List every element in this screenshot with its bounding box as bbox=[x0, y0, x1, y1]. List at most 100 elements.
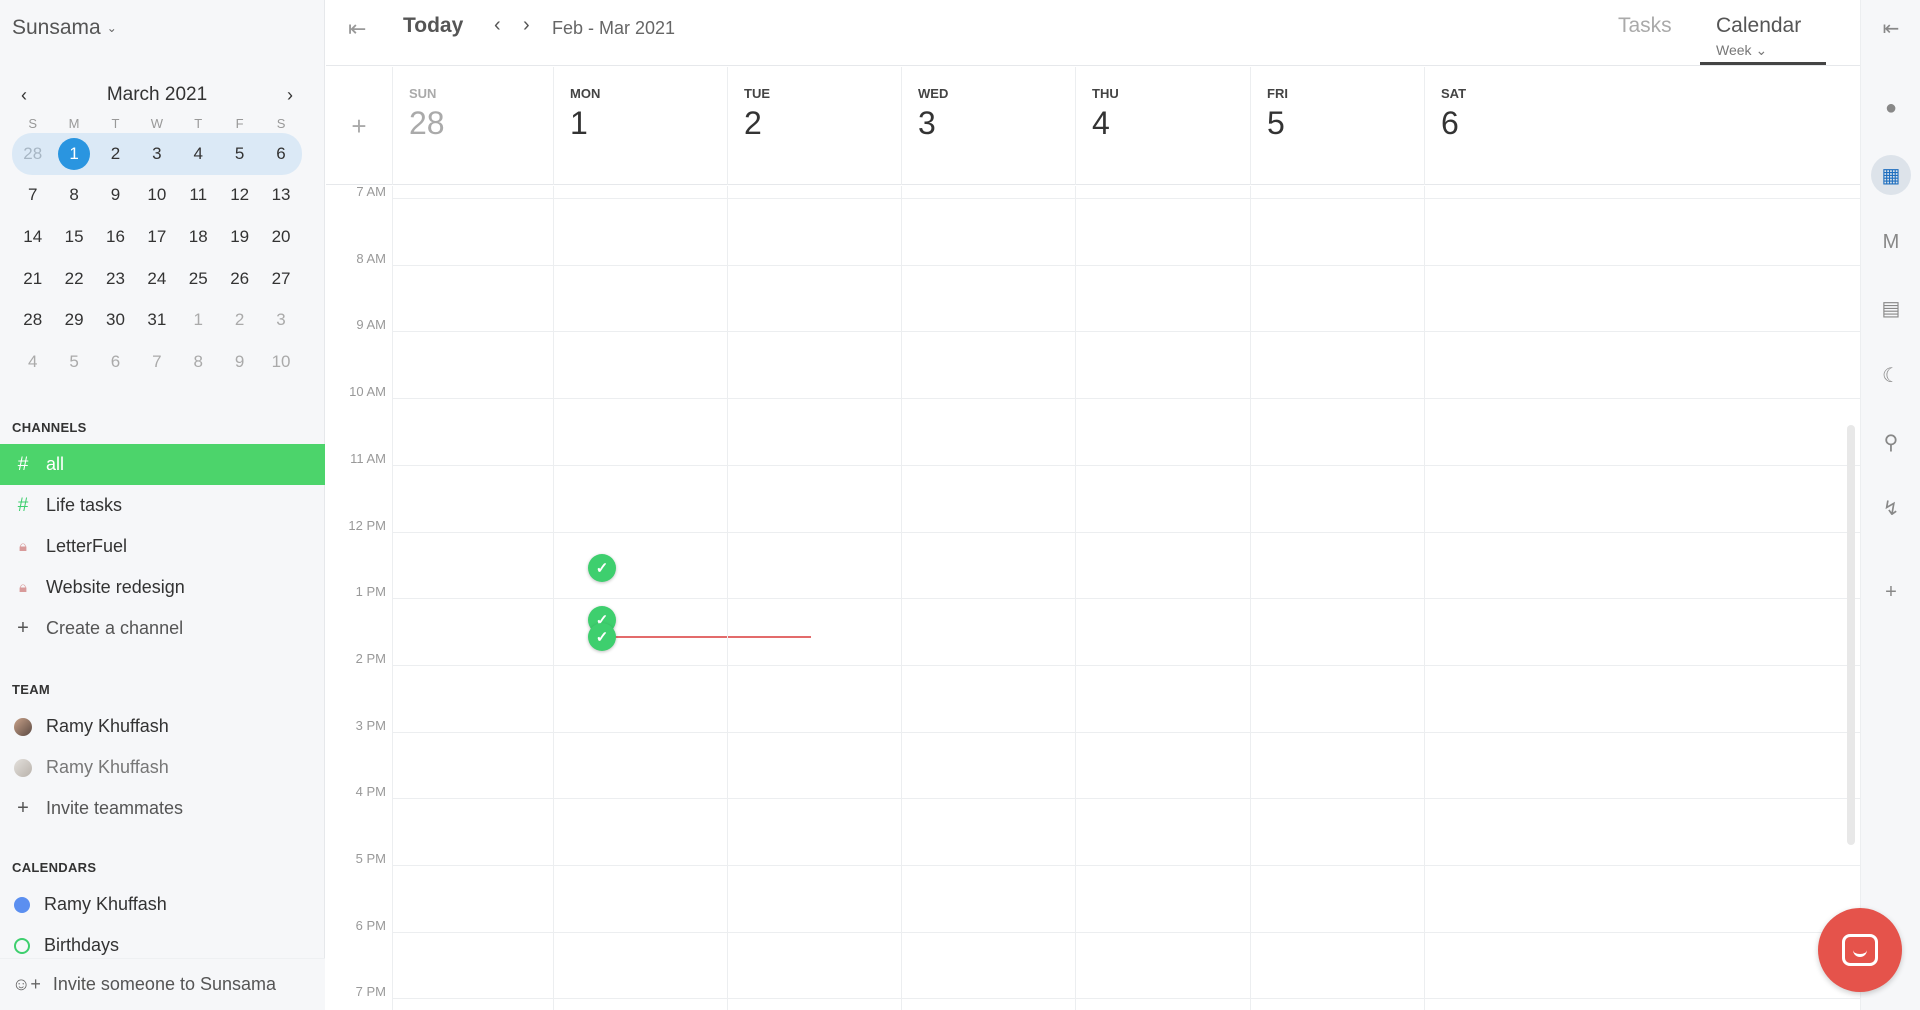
mini-calendar-day[interactable]: 19 bbox=[219, 216, 260, 258]
day-column-header[interactable]: FRI 5 bbox=[1250, 67, 1424, 185]
hash-icon: # bbox=[17, 453, 29, 475]
hour-line bbox=[392, 531, 1860, 533]
collapse-sidebar-icon[interactable]: ⇤ bbox=[348, 16, 366, 42]
mini-calendar-day[interactable]: 12 bbox=[219, 175, 260, 217]
prev-week-button[interactable]: ‹ bbox=[494, 14, 501, 37]
create-channel-button[interactable]: + Create a channel bbox=[0, 608, 325, 649]
invite-someone-button[interactable]: ☺+ Invite someone to Sunsama bbox=[0, 958, 325, 1010]
mini-calendar-day[interactable]: 20 bbox=[260, 216, 301, 258]
day-column-header[interactable]: MON 1 bbox=[553, 67, 727, 185]
mini-calendar-day[interactable]: 9 bbox=[219, 341, 260, 383]
mini-calendar-day[interactable]: 1 bbox=[178, 299, 219, 341]
mini-calendar-day[interactable]: 27 bbox=[260, 258, 301, 300]
day-number: 30 bbox=[106, 310, 125, 330]
tab-tasks[interactable]: Tasks bbox=[1618, 14, 1672, 38]
chat-button[interactable]: ● bbox=[1861, 88, 1920, 128]
mini-calendar-day[interactable]: 22 bbox=[53, 258, 94, 300]
day-number: 7 bbox=[27, 185, 38, 205]
workspace-switcher[interactable]: Sunsama ⌄ bbox=[12, 16, 117, 40]
archive-button[interactable]: ▤ bbox=[1861, 288, 1920, 328]
calendar-color-dot bbox=[14, 896, 30, 913]
channel-life-tasks[interactable]: # Life tasks bbox=[0, 485, 325, 526]
day-number: 10 bbox=[271, 351, 291, 371]
mini-calendar-day[interactable]: 9 bbox=[95, 175, 136, 217]
channel-website-redesign[interactable]: 🔒︎ Website redesign bbox=[0, 567, 325, 608]
day-column-header[interactable]: THU 4 bbox=[1075, 67, 1250, 185]
invite-teammates-button[interactable]: + Invite teammates bbox=[0, 788, 325, 829]
weekday-label: S bbox=[28, 116, 38, 131]
avatar bbox=[14, 758, 32, 777]
day-number: 16 bbox=[106, 226, 125, 246]
day-number: 22 bbox=[64, 268, 84, 288]
tab-calendar[interactable]: Calendar bbox=[1716, 14, 1801, 38]
mini-calendar-day[interactable]: 31 bbox=[136, 299, 177, 341]
gmail-button[interactable]: M bbox=[1861, 222, 1920, 262]
mini-calendar-day[interactable]: 2 bbox=[219, 299, 260, 341]
mini-calendar-day[interactable]: 10 bbox=[136, 175, 177, 217]
mini-calendar-day[interactable]: 18 bbox=[178, 216, 219, 258]
completed-task-marker[interactable]: ✓ bbox=[588, 623, 616, 651]
mini-calendar-day[interactable]: 15 bbox=[53, 216, 94, 258]
mini-calendar-day[interactable]: 21 bbox=[12, 258, 53, 300]
plus-icon: + bbox=[17, 797, 29, 819]
mini-calendar-day[interactable]: 2 bbox=[94, 133, 137, 175]
support-chat-button[interactable] bbox=[1818, 908, 1902, 992]
mini-calendar-day[interactable]: 10 bbox=[260, 341, 301, 383]
search-button[interactable]: ⚲ bbox=[1861, 422, 1920, 462]
moon-button[interactable]: ☾ bbox=[1861, 355, 1920, 395]
mini-calendar-day[interactable]: 7 bbox=[12, 175, 53, 217]
mini-calendar-day[interactable]: 14 bbox=[12, 216, 53, 258]
team-member[interactable]: Ramy Khuffash bbox=[0, 706, 325, 747]
day-column-header[interactable]: WED 3 bbox=[901, 67, 1075, 185]
mini-calendar-day[interactable]: 6 bbox=[95, 341, 136, 383]
mini-calendar-day[interactable]: 23 bbox=[95, 258, 136, 300]
channel-label: Website redesign bbox=[46, 577, 185, 597]
team-member[interactable]: Ramy Khuffash bbox=[0, 747, 325, 788]
scrollbar[interactable] bbox=[1847, 425, 1855, 845]
mini-calendar-day[interactable]: 13 bbox=[260, 175, 301, 217]
trello-button[interactable]: ▦ bbox=[1861, 155, 1920, 195]
mini-calendar-day[interactable]: 16 bbox=[95, 216, 136, 258]
day-column-header[interactable]: TUE 2 bbox=[727, 67, 901, 185]
mini-calendar-day[interactable]: 17 bbox=[136, 216, 177, 258]
mini-calendar-day[interactable]: 3 bbox=[260, 299, 301, 341]
day-column-header[interactable]: SAT 6 bbox=[1424, 67, 1860, 185]
mini-calendar-day[interactable]: 26 bbox=[219, 258, 260, 300]
day-of-week: FRI bbox=[1267, 86, 1288, 101]
mini-calendar-day[interactable]: 28 bbox=[12, 299, 53, 341]
mini-calendar-day[interactable]: 3 bbox=[136, 133, 178, 175]
mini-calendar-day[interactable]: 5 bbox=[53, 341, 94, 383]
channel-letterfuel[interactable]: 🔒︎ LetterFuel bbox=[0, 526, 325, 567]
prev-month-button[interactable]: ‹ bbox=[12, 85, 36, 106]
mini-calendar-day[interactable]: 5 bbox=[218, 133, 261, 175]
mini-calendar-day[interactable]: 6 bbox=[260, 133, 302, 175]
mini-calendar-day[interactable]: 30 bbox=[95, 299, 136, 341]
mini-calendar-day[interactable]: 29 bbox=[53, 299, 94, 341]
collapse-right-icon[interactable]: ⇤ bbox=[1861, 8, 1920, 48]
mini-calendar-day[interactable]: 28 bbox=[12, 133, 54, 175]
calendar-name: Ramy Khuffash bbox=[44, 894, 167, 914]
channel-all[interactable]: # all bbox=[0, 444, 325, 485]
mini-calendar-day[interactable]: 11 bbox=[178, 175, 219, 217]
next-month-button[interactable]: › bbox=[278, 85, 302, 106]
mini-calendar-day[interactable]: 24 bbox=[136, 258, 177, 300]
mini-calendar-day[interactable]: 8 bbox=[53, 175, 94, 217]
plus-button[interactable]: + bbox=[1861, 572, 1920, 612]
mini-calendar-day[interactable]: 4 bbox=[177, 133, 219, 175]
calendar-item[interactable]: Ramy Khuffash bbox=[0, 884, 325, 925]
mini-calendar-day[interactable]: 1 bbox=[53, 133, 95, 175]
mini-calendar-day[interactable]: 7 bbox=[136, 341, 177, 383]
mini-calendar-day[interactable]: 8 bbox=[178, 341, 219, 383]
day-number: 8 bbox=[69, 185, 79, 205]
completed-task-marker[interactable]: ✓ bbox=[588, 554, 616, 582]
bolt-button[interactable]: ↯ bbox=[1861, 488, 1920, 528]
mini-calendar-day[interactable]: 25 bbox=[178, 258, 219, 300]
day-number: 8 bbox=[193, 351, 203, 371]
time-grid[interactable]: ✓ ✓ ✓ 7 AM 8 AM 9 AM 10 AM 11 AM 12 PM 1 PM 2 P… bbox=[326, 186, 1860, 1010]
view-mode-dropdown[interactable]: Week ⌄ bbox=[1716, 42, 1767, 59]
next-week-button[interactable]: › bbox=[523, 14, 530, 37]
add-event-button[interactable]: + bbox=[326, 67, 392, 185]
day-column-header[interactable]: SUN 28 bbox=[392, 67, 553, 185]
mini-calendar-day[interactable]: 4 bbox=[12, 341, 53, 383]
today-button[interactable]: Today bbox=[403, 14, 463, 38]
